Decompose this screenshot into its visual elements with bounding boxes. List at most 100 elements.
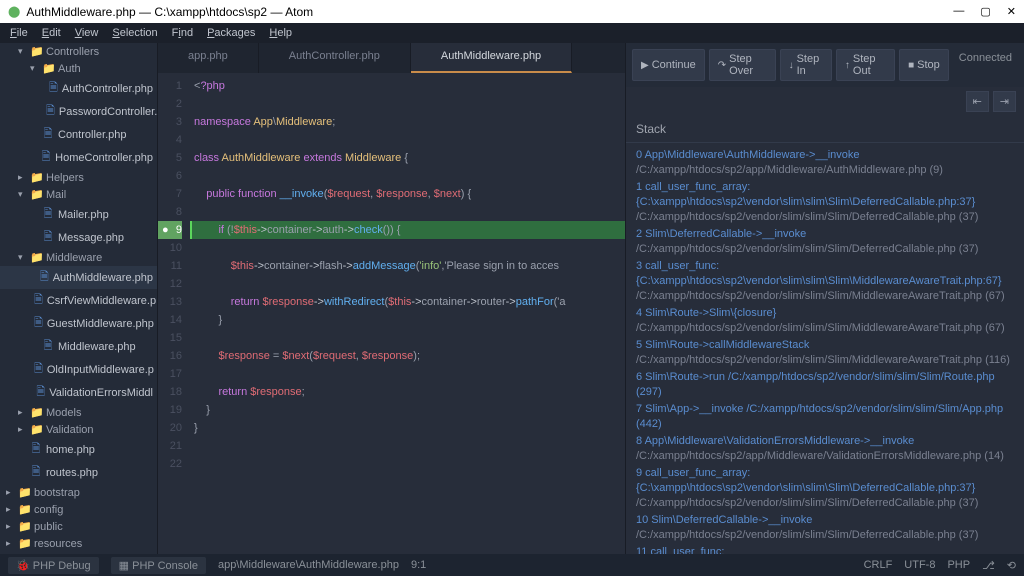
file-item[interactable]: 🗎Middleware.php xyxy=(0,335,157,358)
menu-file[interactable]: File xyxy=(4,25,34,41)
file-icon: 🗎 xyxy=(34,291,43,310)
folder-icon: 📁 xyxy=(30,251,42,264)
code-editor[interactable]: 12345678910111213141516171819202122 <?ph… xyxy=(158,73,625,554)
folder-icon: 📁 xyxy=(42,62,54,75)
debug-toolbar: ▶Continue ↷Step Over ↓Step In ↑Step Out … xyxy=(626,43,1024,87)
titlebar: ⬤ AuthMiddleware.php — C:\xampp\htdocs\s… xyxy=(0,0,1024,23)
stack-frame[interactable]: 8 App\Middleware\ValidationErrorsMiddlew… xyxy=(636,433,1014,465)
file-item[interactable]: 🗎ValidationErrorsMiddl xyxy=(0,381,157,404)
menu-view[interactable]: View xyxy=(69,25,105,41)
tree-label: Middleware xyxy=(46,252,102,264)
file-tree[interactable]: ▾📁Controllers▾📁Auth🗎AuthController.php🗎P… xyxy=(0,43,158,554)
stack-frame[interactable]: 10 Slim\DeferredCallable->__invoke/C:/xa… xyxy=(636,512,1014,544)
file-item[interactable]: 🗎HomeController.php xyxy=(0,146,157,169)
panel-collapse-icon[interactable]: ⇤ xyxy=(966,91,989,112)
stack-frame[interactable]: 1 call_user_func_array:{C:\xampp\htdocs\… xyxy=(636,179,1014,226)
file-icon: 🗎 xyxy=(46,102,55,121)
php-console-button[interactable]: ▦ PHP Console xyxy=(111,557,206,574)
folder-icon: 📁 xyxy=(30,423,42,436)
file-item[interactable]: 🗎CsrfViewMiddleware.p xyxy=(0,289,157,312)
statusbar: 🐞 PHP Debug ▦ PHP Console app\Middleware… xyxy=(0,554,1024,576)
file-item[interactable]: 🗎home.php xyxy=(0,438,157,461)
file-item[interactable]: 🗎GuestMiddleware.php xyxy=(0,312,157,335)
folder-item[interactable]: ▾📁Controllers xyxy=(0,43,157,60)
tree-label: bootstrap xyxy=(34,487,80,499)
file-icon: 🗎 xyxy=(42,205,54,224)
status-language[interactable]: PHP xyxy=(947,559,970,571)
editor-tab[interactable]: app.php xyxy=(158,43,259,73)
maximize-button[interactable]: ▢ xyxy=(980,5,990,18)
stack-frame[interactable]: 5 Slim\Route->callMiddlewareStack/C:/xam… xyxy=(636,337,1014,369)
tree-label: Auth xyxy=(58,63,81,75)
file-icon: 🗎 xyxy=(42,125,54,144)
file-icon: 🗎 xyxy=(40,268,49,287)
file-icon: 🗎 xyxy=(34,314,43,333)
folder-item[interactable]: ▸📁public xyxy=(0,518,157,535)
folder-item[interactable]: ▸📁Helpers xyxy=(0,169,157,186)
menu-edit[interactable]: Edit xyxy=(36,25,67,41)
stack-frame[interactable]: 2 Slim\DeferredCallable->__invoke/C:/xam… xyxy=(636,226,1014,258)
tree-label: PasswordController... xyxy=(59,106,157,118)
tree-label: Mail xyxy=(46,189,66,201)
code-lines[interactable]: <?phpnamespace App\Middleware;class Auth… xyxy=(190,73,625,554)
menu-help[interactable]: Help xyxy=(263,25,298,41)
sync-icon[interactable]: ⟲ xyxy=(1007,559,1016,572)
file-item[interactable]: 🗎Mailer.php xyxy=(0,203,157,226)
folder-icon: 📁 xyxy=(18,537,30,550)
editor-tab[interactable]: AuthMiddleware.php xyxy=(411,43,572,73)
stack-frame[interactable]: 4 Slim\Route->Slim\{closure}/C:/xampp/ht… xyxy=(636,305,1014,337)
stack-header: Stack xyxy=(626,116,1024,143)
stop-button[interactable]: ■Stop xyxy=(899,49,949,81)
php-debug-button[interactable]: 🐞 PHP Debug xyxy=(8,557,99,574)
file-icon: 🗎 xyxy=(30,463,42,482)
call-stack[interactable]: 0 App\Middleware\AuthMiddleware->__invok… xyxy=(626,143,1024,554)
menu-selection[interactable]: Selection xyxy=(106,25,163,41)
tree-label: Controller.php xyxy=(58,129,127,141)
folder-item[interactable]: ▸📁Models xyxy=(0,404,157,421)
file-icon: 🗎 xyxy=(49,79,58,98)
stack-frame[interactable]: 11 call_user_func:{C:\xampp\htdocs\sp2\v… xyxy=(636,544,1014,554)
status-encoding[interactable]: UTF-8 xyxy=(904,559,935,571)
editor-tab[interactable]: AuthController.php xyxy=(259,43,411,73)
git-branch-icon[interactable]: ⎇ xyxy=(982,559,995,572)
file-item[interactable]: 🗎Message.php xyxy=(0,226,157,249)
folder-icon: 📁 xyxy=(18,503,30,516)
stack-frame[interactable]: 6 Slim\Route->run /C:/xampp/htdocs/sp2/v… xyxy=(636,369,1014,401)
continue-button[interactable]: ▶Continue xyxy=(632,49,705,81)
stack-frame[interactable]: 3 call_user_func:{C:\xampp\htdocs\sp2\ve… xyxy=(636,258,1014,305)
tree-label: Controllers xyxy=(46,46,99,58)
debug-panel: ▶Continue ↷Step Over ↓Step In ↑Step Out … xyxy=(626,43,1024,554)
step-out-button[interactable]: ↑Step Out xyxy=(836,49,895,81)
stack-frame[interactable]: 0 App\Middleware\AuthMiddleware->__invok… xyxy=(636,147,1014,179)
file-item[interactable]: 🗎 Controller.php xyxy=(0,123,157,146)
menubar: File Edit View Selection Find Packages H… xyxy=(0,23,1024,43)
folder-item[interactable]: ▸📁config xyxy=(0,501,157,518)
stack-frame[interactable]: 9 call_user_func_array:{C:\xampp\htdocs\… xyxy=(636,465,1014,512)
tree-label: OldInputMiddleware.p xyxy=(47,364,154,376)
folder-item[interactable]: ▸📁Validation xyxy=(0,421,157,438)
folder-item[interactable]: ▾📁Auth xyxy=(0,60,157,77)
line-gutter[interactable]: 12345678910111213141516171819202122 xyxy=(158,73,190,554)
step-in-button[interactable]: ↓Step In xyxy=(780,49,832,81)
file-icon: 🗎 xyxy=(42,228,54,247)
minimize-button[interactable]: — xyxy=(953,5,964,18)
file-item[interactable]: 🗎routes.php xyxy=(0,461,157,484)
file-item[interactable]: 🗎AuthController.php xyxy=(0,77,157,100)
tree-label: AuthMiddleware.php xyxy=(53,272,153,284)
folder-icon: 📁 xyxy=(18,486,30,499)
file-item[interactable]: 🗎 PasswordController... xyxy=(0,100,157,123)
folder-item[interactable]: ▸📁resources xyxy=(0,535,157,552)
menu-packages[interactable]: Packages xyxy=(201,25,261,41)
close-button[interactable]: ✕ xyxy=(1007,5,1016,18)
debug-status: Connected xyxy=(953,49,1018,81)
stack-frame[interactable]: 7 Slim\App->__invoke /C:/xampp/htdocs/sp… xyxy=(636,401,1014,433)
file-item[interactable]: 🗎OldInputMiddleware.p xyxy=(0,358,157,381)
step-over-button[interactable]: ↷Step Over xyxy=(709,49,776,81)
folder-item[interactable]: ▾📁Mail xyxy=(0,186,157,203)
file-item[interactable]: 🗎 AuthMiddleware.php xyxy=(0,266,157,289)
panel-expand-icon[interactable]: ⇥ xyxy=(993,91,1016,112)
menu-find[interactable]: Find xyxy=(166,25,199,41)
folder-item[interactable]: ▸📁bootstrap xyxy=(0,484,157,501)
status-lineending[interactable]: CRLF xyxy=(864,559,893,571)
folder-item[interactable]: ▾📁Middleware xyxy=(0,249,157,266)
